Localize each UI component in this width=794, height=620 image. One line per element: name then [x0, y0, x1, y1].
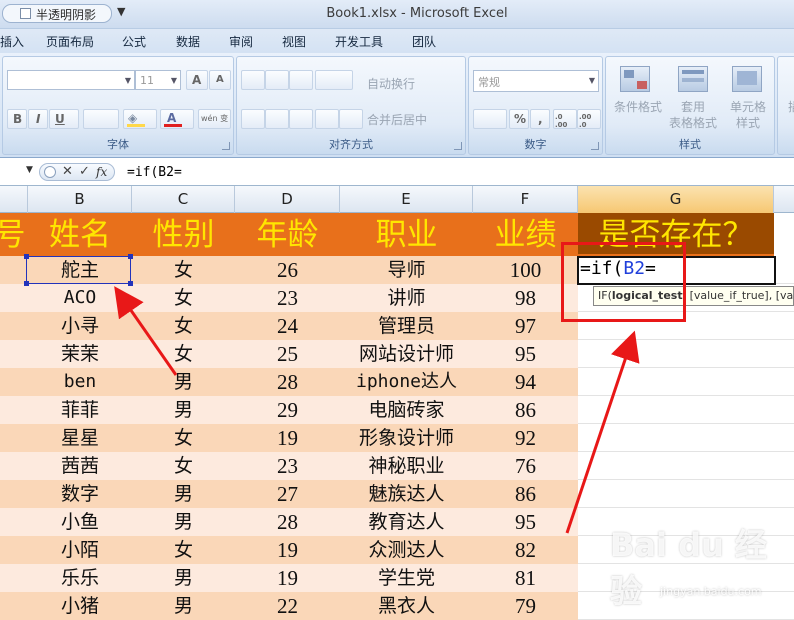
baidu-watermark-url: jingyan.baidu.com — [660, 585, 762, 598]
baidu-watermark: Bai du 经验 — [610, 526, 767, 610]
annotation-arrow-to-b2 — [114, 286, 178, 376]
annotation-arrows — [114, 286, 640, 534]
annotation-arrow-to-formula — [565, 330, 640, 534]
